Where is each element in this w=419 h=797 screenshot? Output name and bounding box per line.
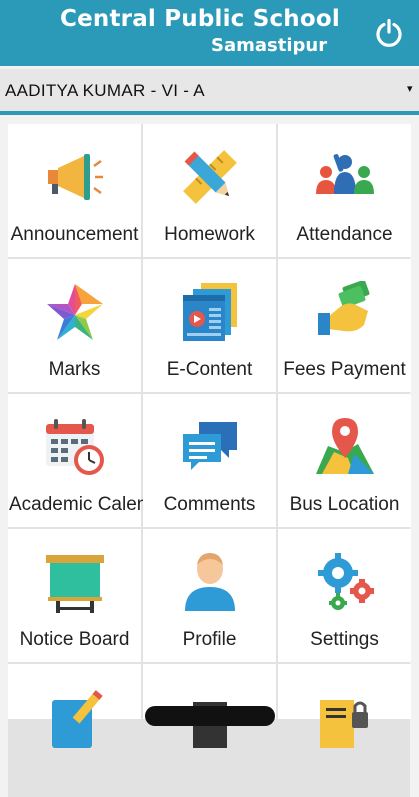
power-icon[interactable]	[374, 18, 404, 48]
tile-comments[interactable]: Comments	[143, 394, 276, 527]
tile-label: Announcement	[10, 224, 139, 245]
tile-academic-calendar[interactable]: Academic Calendar	[8, 394, 175, 527]
edit-note-icon	[52, 690, 103, 748]
school-city: Samastipur	[211, 35, 328, 56]
video-screens-icon	[183, 283, 237, 341]
chevron-down-icon: ▾	[407, 83, 413, 95]
tile-label: Settings	[310, 629, 379, 650]
tile-notice-board[interactable]: Notice Board	[8, 529, 141, 662]
board-icon	[46, 555, 104, 613]
tile-label: Marks	[48, 359, 101, 380]
people-icon	[316, 154, 374, 194]
tile-marks[interactable]: Marks	[8, 259, 141, 392]
student-selector[interactable]: AADITYA KUMAR - VI - A ▾	[0, 69, 419, 115]
tile-label: Bus Location	[289, 494, 400, 515]
pencil-ruler-icon	[183, 150, 237, 204]
gesture-navigation-bar[interactable]	[145, 706, 275, 726]
star-icon	[47, 284, 103, 340]
school-name: Central Public School	[60, 6, 340, 32]
tile-bus-location[interactable]: Bus Location	[278, 394, 411, 527]
tile-partial-3[interactable]	[278, 664, 411, 748]
tile-label: E-Content	[166, 359, 253, 380]
tile-attendance[interactable]: Attendance	[278, 124, 411, 257]
chat-bubbles-icon	[183, 422, 237, 470]
tile-fees-payment[interactable]: Fees Payment	[278, 259, 411, 392]
tile-e-content[interactable]: E-Content	[143, 259, 276, 392]
tile-homework[interactable]: Homework	[143, 124, 276, 257]
hand-money-icon	[318, 281, 370, 335]
tile-label: Profile	[182, 629, 237, 650]
calendar-clock-icon	[46, 419, 104, 475]
megaphone-icon	[48, 154, 103, 200]
tile-label: Attendance	[296, 224, 393, 245]
tile-label: Academic Calendar	[9, 494, 175, 515]
tile-label: Homework	[164, 224, 255, 245]
student-selector-value: AADITYA KUMAR - VI - A	[5, 81, 205, 100]
gears-icon	[318, 553, 374, 610]
tile-label: Fees Payment	[283, 359, 406, 380]
tile-label: Comments	[163, 494, 256, 515]
tile-settings[interactable]: Settings	[278, 529, 411, 662]
person-icon	[185, 553, 235, 611]
tile-announcement[interactable]: Announcement	[8, 124, 141, 257]
document-lock-icon	[320, 700, 368, 748]
tile-partial-1[interactable]	[8, 664, 141, 748]
tile-profile[interactable]: Profile	[143, 529, 276, 662]
app-header: Central Public School Samastipur	[0, 0, 419, 66]
tile-label: Notice Board	[19, 629, 130, 650]
map-pin-icon	[316, 418, 374, 474]
menu-grid: Announcement Homework Attendance Marks E…	[8, 124, 411, 797]
